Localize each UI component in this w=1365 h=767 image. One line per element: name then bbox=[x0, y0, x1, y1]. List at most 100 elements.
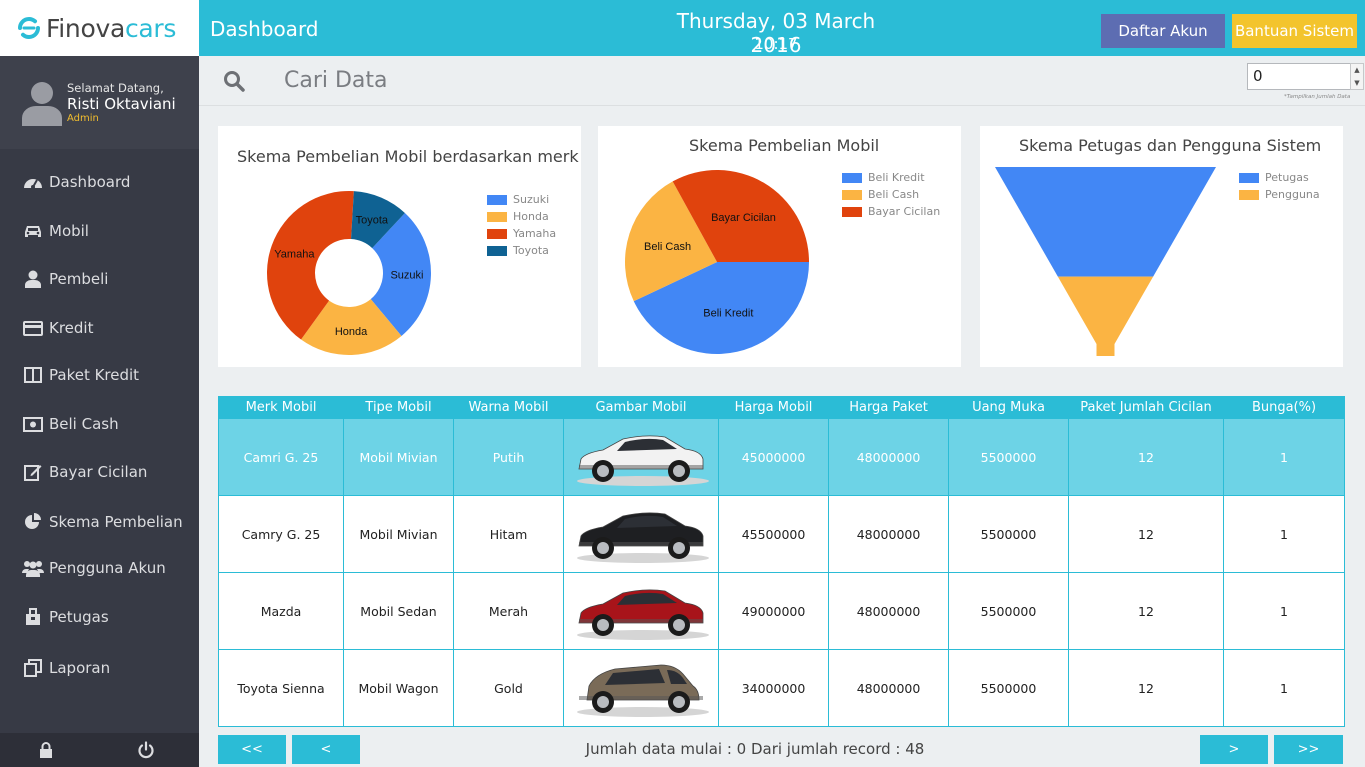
column-header[interactable]: Harga Mobil bbox=[718, 396, 829, 419]
cell-merk: Mazda bbox=[218, 572, 344, 650]
legend-honda: Honda bbox=[487, 210, 549, 223]
column-header[interactable]: Bunga(%) bbox=[1223, 396, 1345, 419]
sidebar-item-petugas[interactable]: Petugas bbox=[0, 597, 199, 637]
logo-text: Finovacars bbox=[46, 13, 177, 43]
legend-swatch bbox=[842, 206, 862, 217]
column-header[interactable]: Tipe Mobil bbox=[343, 396, 454, 419]
cell-merk: Camri G. 25 bbox=[218, 418, 344, 496]
cell-warna: Gold bbox=[453, 649, 564, 727]
chart-card-petugas: Skema Petugas dan Pengguna Sistem Petuga… bbox=[980, 126, 1343, 367]
column-header[interactable]: Paket Jumlah Cicilan bbox=[1068, 396, 1224, 419]
table-row[interactable]: Camry G. 25 Mobil Mivian Hitam 45500000 … bbox=[218, 495, 1345, 573]
cell-harga-mobil: 34000000 bbox=[718, 649, 829, 727]
prev-page-button[interactable]: < bbox=[292, 735, 360, 764]
logo-icon bbox=[18, 16, 40, 40]
table-row[interactable]: Camri G. 25 Mobil Mivian Putih 45000000 … bbox=[218, 418, 1345, 496]
cell-uang-muka: 5500000 bbox=[948, 649, 1069, 727]
sidebar-item-kredit[interactable]: Kredit bbox=[0, 308, 199, 348]
search-icon[interactable] bbox=[223, 70, 245, 92]
cell-gambar bbox=[563, 649, 719, 727]
pie-chart-icon bbox=[22, 511, 44, 533]
lock-icon[interactable] bbox=[37, 741, 55, 759]
sidebar-item-laporan[interactable]: Laporan bbox=[0, 648, 199, 688]
cell-harga-paket: 48000000 bbox=[828, 418, 949, 496]
current-time: 10:17 bbox=[754, 35, 798, 53]
funnel-pengguna[interactable] bbox=[1057, 276, 1154, 356]
cell-uang-muka: 5500000 bbox=[948, 418, 1069, 496]
cell-uang-muka: 5500000 bbox=[948, 572, 1069, 650]
sidebar-item-label: Petugas bbox=[49, 608, 109, 626]
legend-swatch bbox=[1239, 189, 1259, 200]
column-header[interactable]: Warna Mobil bbox=[453, 396, 564, 419]
sidebar-item-pembeli[interactable]: Pembeli bbox=[0, 259, 199, 299]
next-page-button[interactable]: > bbox=[1200, 735, 1268, 764]
cell-tipe: Mobil Wagon bbox=[343, 649, 454, 727]
column-header[interactable]: Merk Mobil bbox=[218, 396, 344, 419]
cell-tipe: Mobil Sedan bbox=[343, 572, 454, 650]
cell-jumlah-cicilan: 12 bbox=[1068, 649, 1224, 727]
legend-bayar-cicilan: Bayar Cicilan bbox=[842, 205, 940, 218]
top-bar: Dashboard Thursday, 03 March 2016 10:17 … bbox=[199, 0, 1365, 57]
pie-chart-pembelian: Beli Kredit Beli Cash Bayar Cicilan bbox=[625, 170, 809, 354]
legend-beli-kredit: Beli Kredit bbox=[842, 171, 925, 184]
sidebar-item-label: Dashboard bbox=[49, 173, 131, 191]
stepper-up-icon[interactable]: ▲ bbox=[1351, 64, 1363, 76]
bantuan-sistem-button[interactable]: Bantuan Sistem bbox=[1232, 14, 1357, 48]
legend-swatch bbox=[487, 245, 507, 256]
cell-harga-paket: 48000000 bbox=[828, 649, 949, 727]
sidebar-item-label: Mobil bbox=[49, 222, 89, 240]
table-row[interactable]: Toyota Sienna Mobil Wagon Gold 34000000 … bbox=[218, 649, 1345, 727]
legend-swatch bbox=[842, 189, 862, 200]
column-header[interactable]: Harga Paket bbox=[828, 396, 949, 419]
stepper-down-icon[interactable]: ▼ bbox=[1351, 77, 1363, 89]
cell-merk: Camry G. 25 bbox=[218, 495, 344, 573]
car-image bbox=[576, 512, 709, 563]
cell-warna: Merah bbox=[453, 572, 564, 650]
cell-harga-mobil: 45500000 bbox=[718, 495, 829, 573]
sidebar-item-paket-kredit[interactable]: Paket Kredit bbox=[0, 355, 199, 395]
briefcase-icon bbox=[22, 606, 44, 628]
legend-swatch bbox=[487, 194, 507, 205]
legend-yamaha: Yamaha bbox=[487, 227, 556, 240]
slice-label: Toyota bbox=[356, 215, 389, 227]
last-page-button[interactable]: >> bbox=[1274, 735, 1343, 764]
power-icon[interactable] bbox=[137, 741, 155, 759]
legend-beli-cash: Beli Cash bbox=[842, 188, 919, 201]
data-count-input[interactable]: 0 bbox=[1247, 63, 1351, 90]
search-input[interactable]: Cari Data bbox=[284, 68, 388, 93]
sidebar-item-skema-pembelian[interactable]: Skema Pembelian bbox=[0, 502, 199, 542]
legend-swatch bbox=[487, 228, 507, 239]
funnel-petugas[interactable] bbox=[995, 167, 1216, 277]
car-icon bbox=[22, 220, 44, 242]
sidebar-item-bayar-cicilan[interactable]: Bayar Cicilan bbox=[0, 452, 199, 492]
cell-harga-paket: 48000000 bbox=[828, 572, 949, 650]
cell-gambar bbox=[563, 418, 719, 496]
legend-swatch bbox=[487, 211, 507, 222]
legend-toyota: Toyota bbox=[487, 244, 549, 257]
sidebar-item-label: Paket Kredit bbox=[49, 366, 140, 384]
table-row[interactable]: Mazda Mobil Sedan Merah 49000000 4800000… bbox=[218, 572, 1345, 650]
cell-warna: Putih bbox=[453, 418, 564, 496]
sidebar: Finovacars Selamat Datang, Risti Oktavia… bbox=[0, 0, 199, 767]
data-count-stepper[interactable]: ▲ ▼ bbox=[1350, 63, 1364, 90]
column-header[interactable]: Uang Muka bbox=[948, 396, 1069, 419]
user-role: Admin bbox=[67, 113, 99, 124]
logo[interactable]: Finovacars bbox=[0, 0, 199, 56]
cell-tipe: Mobil Mivian bbox=[343, 495, 454, 573]
daftar-akun-button[interactable]: Daftar Akun bbox=[1101, 14, 1225, 48]
sidebar-item-mobil[interactable]: Mobil bbox=[0, 211, 199, 251]
cell-bunga: 1 bbox=[1223, 418, 1345, 496]
sidebar-item-label: Beli Cash bbox=[49, 415, 119, 433]
legend-suzuki: Suzuki bbox=[487, 193, 549, 206]
first-page-button[interactable]: << bbox=[218, 735, 286, 764]
column-header[interactable]: Gambar Mobil bbox=[563, 396, 719, 419]
pagination-info: Jumlah data mulai : 0 Dari jumlah record… bbox=[585, 740, 925, 758]
funnel-chart-petugas bbox=[995, 167, 1216, 356]
sidebar-item-label: Laporan bbox=[49, 659, 111, 677]
sidebar-item-pengguna-akun[interactable]: Pengguna Akun bbox=[0, 548, 199, 588]
sidebar-item-beli-cash[interactable]: Beli Cash bbox=[0, 404, 199, 444]
legend-swatch bbox=[1239, 172, 1259, 183]
cell-harga-paket: 48000000 bbox=[828, 495, 949, 573]
cell-harga-mobil: 49000000 bbox=[718, 572, 829, 650]
sidebar-item-dashboard[interactable]: Dashboard bbox=[0, 162, 199, 202]
